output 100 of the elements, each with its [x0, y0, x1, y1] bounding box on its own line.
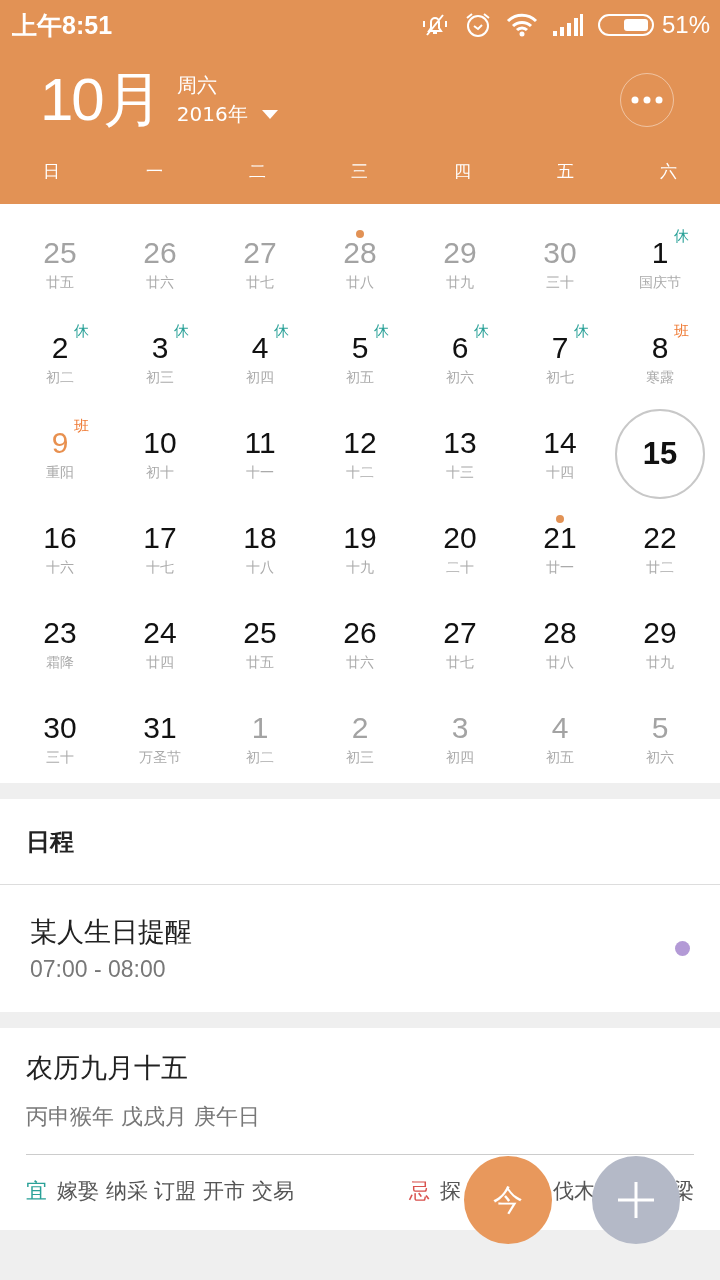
calendar-day[interactable]: 25	[243, 615, 277, 650]
lunar-date: 十一	[246, 463, 274, 482]
lunar-date: 初三	[346, 748, 374, 767]
suitable-list: 嫁娶 纳采 订盟 开市 交易	[57, 1177, 294, 1205]
calendar-day[interactable]: 12	[343, 425, 377, 460]
calendar-day[interactable]: 13	[443, 425, 477, 460]
avoid-item: 探	[440, 1178, 461, 1205]
weekday-header: 三	[351, 160, 369, 183]
lunar-date: 廿二	[646, 558, 674, 577]
lunar-date: 初四	[446, 748, 474, 767]
lunar-date: 初二	[46, 368, 74, 387]
lunar-date: 十七	[146, 558, 174, 577]
calendar-day[interactable]: 20	[443, 520, 477, 555]
lunar-date: 初十	[146, 463, 174, 482]
lunar-date: 十八	[246, 558, 274, 577]
holiday-label: 休	[674, 227, 690, 244]
weekday-header: 六	[660, 160, 678, 183]
ganzhi-text: 丙申猴年 戊戌月 庚午日	[26, 1102, 694, 1155]
weekday-header: 二	[248, 160, 266, 183]
lunar-date: 廿四	[146, 653, 174, 672]
holiday-label: 班	[674, 322, 690, 339]
lunar-date: 廿八	[546, 653, 574, 672]
weekday-header: 一	[145, 160, 163, 183]
lunar-date: 初七	[546, 368, 574, 387]
lunar-date: 寒露	[646, 368, 674, 387]
battery-percent: 51%	[661, 11, 710, 39]
holiday-label: 休	[474, 322, 490, 339]
calendar-day[interactable]: 30	[43, 710, 77, 745]
weekday-header: 日	[42, 160, 60, 183]
calendar-day[interactable]: 23	[43, 615, 77, 650]
holiday-label: 班	[74, 417, 90, 434]
lunar-date: 十六	[46, 558, 74, 577]
lunar-date: 廿九	[446, 273, 474, 292]
lunar-date: 十九	[346, 558, 374, 577]
weekday-header: 五	[557, 160, 575, 183]
suitable-label: 宜	[26, 1178, 47, 1205]
lunar-date: 廿七	[446, 653, 474, 672]
avoid-item: 伐木	[553, 1178, 595, 1205]
calendar-day[interactable]: 16	[43, 520, 77, 555]
lunar-date: 初六	[446, 368, 474, 387]
lunar-date: 廿一	[546, 558, 574, 577]
holiday-label: 休	[174, 322, 190, 339]
lunar-date: 初二	[246, 748, 274, 767]
calendar-day[interactable]: 18	[243, 520, 277, 555]
lunar-date: 国庆节	[639, 273, 681, 292]
holiday-label: 休	[274, 322, 290, 339]
lunar-date: 二十	[446, 558, 474, 577]
lunar-date: 初四	[246, 368, 274, 387]
lunar-date: 十二	[346, 463, 374, 482]
calendar-day[interactable]: 15	[615, 408, 705, 499]
lunar-date: 十四	[546, 463, 574, 482]
event-time: 07:00 - 08:00	[30, 956, 167, 983]
lunar-date: 廿七	[246, 273, 274, 292]
section-title: 日程	[0, 799, 720, 885]
battery-icon	[597, 14, 654, 36]
lunar-date: 重阳	[46, 463, 74, 482]
calendar-day[interactable]: 24	[143, 615, 177, 650]
lunar-date: 万圣节	[139, 748, 181, 767]
lunar-full-date: 农历九月十五	[26, 1051, 189, 1085]
holiday-label: 休	[74, 322, 90, 339]
calendar-day[interactable]: 11	[244, 425, 276, 460]
weekday-header: 四	[454, 160, 472, 183]
event-item[interactable]: 某人生日提醒 07:00 - 08:00	[0, 885, 720, 1012]
calendar-day[interactable]: 14	[543, 425, 577, 460]
calendar-day[interactable]: 17	[143, 520, 177, 555]
weekday-label: 周六	[176, 72, 218, 99]
calendar-day[interactable]: 26	[343, 615, 377, 650]
status-time: 上午8:51	[12, 9, 113, 41]
plus-icon	[616, 1180, 656, 1220]
lunar-date: 初五	[346, 368, 374, 387]
signal-icon	[551, 13, 584, 37]
lunar-date: 廿六	[146, 273, 174, 292]
lunar-date: 廿五	[46, 273, 74, 292]
avoid-label: 忌	[409, 1178, 430, 1205]
calendar-day[interactable]: 21	[543, 520, 577, 555]
lunar-date: 三十	[46, 748, 74, 767]
wifi-icon	[505, 13, 538, 37]
lunar-date: 初五	[546, 748, 574, 767]
lunar-date: 三十	[546, 273, 574, 292]
calendar-day[interactable]: 28	[543, 615, 577, 650]
holiday-label: 休	[374, 322, 390, 339]
calendar-day[interactable]: 29	[643, 615, 677, 650]
lunar-date: 廿六	[346, 653, 374, 672]
holiday-label: 休	[574, 322, 590, 339]
lunar-date: 霜降	[46, 653, 74, 672]
lunar-date: 廿九	[646, 653, 674, 672]
lunar-date: 廿五	[246, 653, 274, 672]
lunar-date: 十三	[446, 463, 474, 482]
event-title: 某人生日提醒	[30, 915, 193, 949]
month-title: 10月	[40, 64, 161, 135]
caret-icon	[261, 109, 278, 120]
calendar-day[interactable]: 19	[343, 520, 377, 555]
calendar-day[interactable]: 31	[143, 710, 177, 745]
calendar-day[interactable]: 22	[643, 520, 677, 555]
lunar-date: 初六	[646, 748, 674, 767]
lunar-date: 初三	[146, 368, 174, 387]
calendar-day[interactable]: 10	[143, 425, 177, 460]
lunar-date: 廿八	[346, 273, 374, 292]
more-icon	[631, 96, 663, 104]
calendar-day[interactable]: 27	[443, 615, 477, 650]
